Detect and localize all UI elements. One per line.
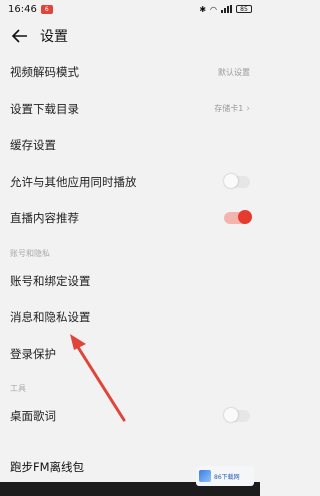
mix-playback-row: 允许与其他应用同时播放 <box>0 164 260 201</box>
watermark-text: 86下载网 <box>214 473 240 481</box>
status-left: 16:46 6 <box>8 4 53 15</box>
status-right: ✱ ◠ 85 <box>199 5 252 14</box>
login-protect-row[interactable]: 登录保护 <box>0 336 260 373</box>
row-value: 默认设置 <box>218 67 250 78</box>
row-label: 设置下载目录 <box>10 101 79 116</box>
cache-row[interactable]: 缓存设置 <box>0 127 260 164</box>
row-label: 账号和绑定设置 <box>10 273 91 288</box>
row-label: 桌面歌词 <box>10 409 56 424</box>
row-value: 存储卡1 › <box>214 103 250 114</box>
mix-playback-toggle[interactable] <box>224 173 250 188</box>
watermark-logo-icon <box>199 470 211 482</box>
toggle-knob <box>238 210 252 225</box>
desktop-lyrics-toggle[interactable] <box>224 408 250 423</box>
download-dir-row[interactable]: 设置下载目录 存储卡1 › <box>0 91 260 128</box>
video-decode-row[interactable]: 视频解码模式 默认设置 <box>0 54 260 91</box>
account-section-header: 账号和隐私 <box>10 248 50 258</box>
battery-icon: 85 <box>236 5 252 13</box>
tools-section-header: 工具 <box>10 384 26 393</box>
row-label: 视频解码模式 <box>10 65 79 80</box>
watermark-logo: 86下载网 <box>196 466 254 486</box>
row-label: 登录保护 <box>10 346 56 361</box>
status-time: 16:46 <box>8 3 37 15</box>
row-label: 直播内容推荐 <box>10 211 79 226</box>
desktop-lyrics-row: 桌面歌词 <box>0 398 260 435</box>
message-privacy-row[interactable]: 消息和隐私设置 <box>0 299 260 336</box>
back-arrow-icon[interactable] <box>10 26 30 46</box>
toggle-knob <box>224 408 238 423</box>
download-dir-value: 存储卡1 <box>214 104 244 114</box>
row-label: 缓存设置 <box>10 138 56 153</box>
status-bar: 16:46 6 ✱ ◠ 85 <box>0 0 260 18</box>
row-label: 消息和隐私设置 <box>10 310 91 325</box>
chevron-right-icon: › <box>246 103 250 114</box>
notification-badge-icon: 6 <box>40 4 53 14</box>
row-label: 允许与其他应用同时播放 <box>10 174 137 189</box>
video-decode-value: 默认设置 <box>218 67 250 77</box>
bluetooth-icon: ✱ <box>199 4 207 14</box>
live-recommend-row: 直播内容推荐 <box>0 200 260 237</box>
page-title: 设置 <box>40 29 68 45</box>
settings-list: 视频解码模式 默认设置 设置下载目录 存储卡1 › 缓存设置 允许与其他应用同时… <box>0 54 260 435</box>
signal-icon <box>221 5 232 13</box>
header: 设置 <box>0 18 260 54</box>
live-recommend-toggle[interactable] <box>224 210 252 225</box>
wifi-icon: ◠ <box>210 4 217 14</box>
account-binding-row[interactable]: 账号和绑定设置 <box>0 263 260 300</box>
toggle-knob <box>224 173 238 188</box>
row-label: 跑步FM离线包 <box>10 460 85 474</box>
